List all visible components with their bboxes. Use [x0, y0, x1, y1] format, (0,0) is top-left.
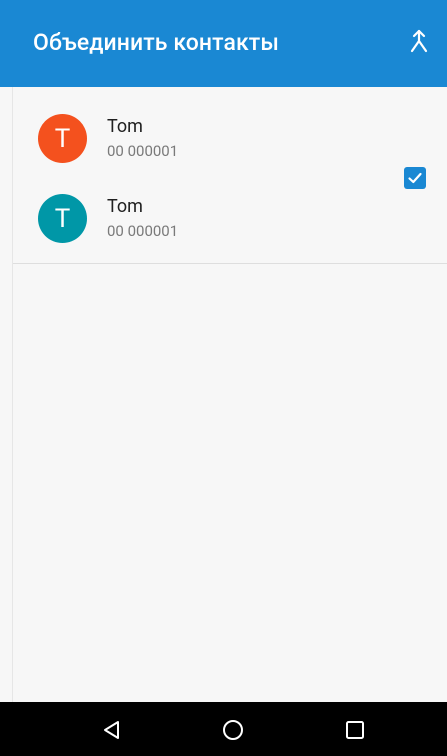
system-navigation-bar [0, 702, 447, 756]
recents-button[interactable] [340, 716, 370, 744]
contact-name: Tom [107, 116, 143, 137]
merge-contacts-screen: Объединить контакты T Tom 00 000001 T To… [0, 0, 447, 756]
check-icon [408, 172, 422, 184]
recents-icon [346, 721, 364, 739]
contact-name: Tom [107, 196, 143, 217]
merge-button[interactable] [403, 24, 435, 60]
merge-icon [410, 29, 428, 53]
page-title: Объединить контакты [33, 29, 279, 56]
home-icon [223, 720, 243, 740]
avatar: T [38, 114, 87, 163]
content-area: T Tom 00 000001 T Tom 00 000001 [12, 87, 447, 702]
avatar: T [38, 194, 87, 243]
home-button[interactable] [218, 716, 248, 744]
merge-checkbox[interactable] [404, 167, 426, 189]
back-button[interactable] [97, 716, 127, 744]
app-bar: Объединить контакты [0, 0, 447, 87]
back-icon [104, 721, 119, 739]
contact-phone: 00 000001 [107, 142, 179, 160]
contact-group: T Tom 00 000001 T Tom 00 000001 [13, 87, 447, 264]
list-item[interactable]: T Tom 00 000001 [13, 104, 393, 174]
contact-phone: 00 000001 [107, 222, 179, 240]
list-item[interactable]: T Tom 00 000001 [13, 183, 393, 253]
